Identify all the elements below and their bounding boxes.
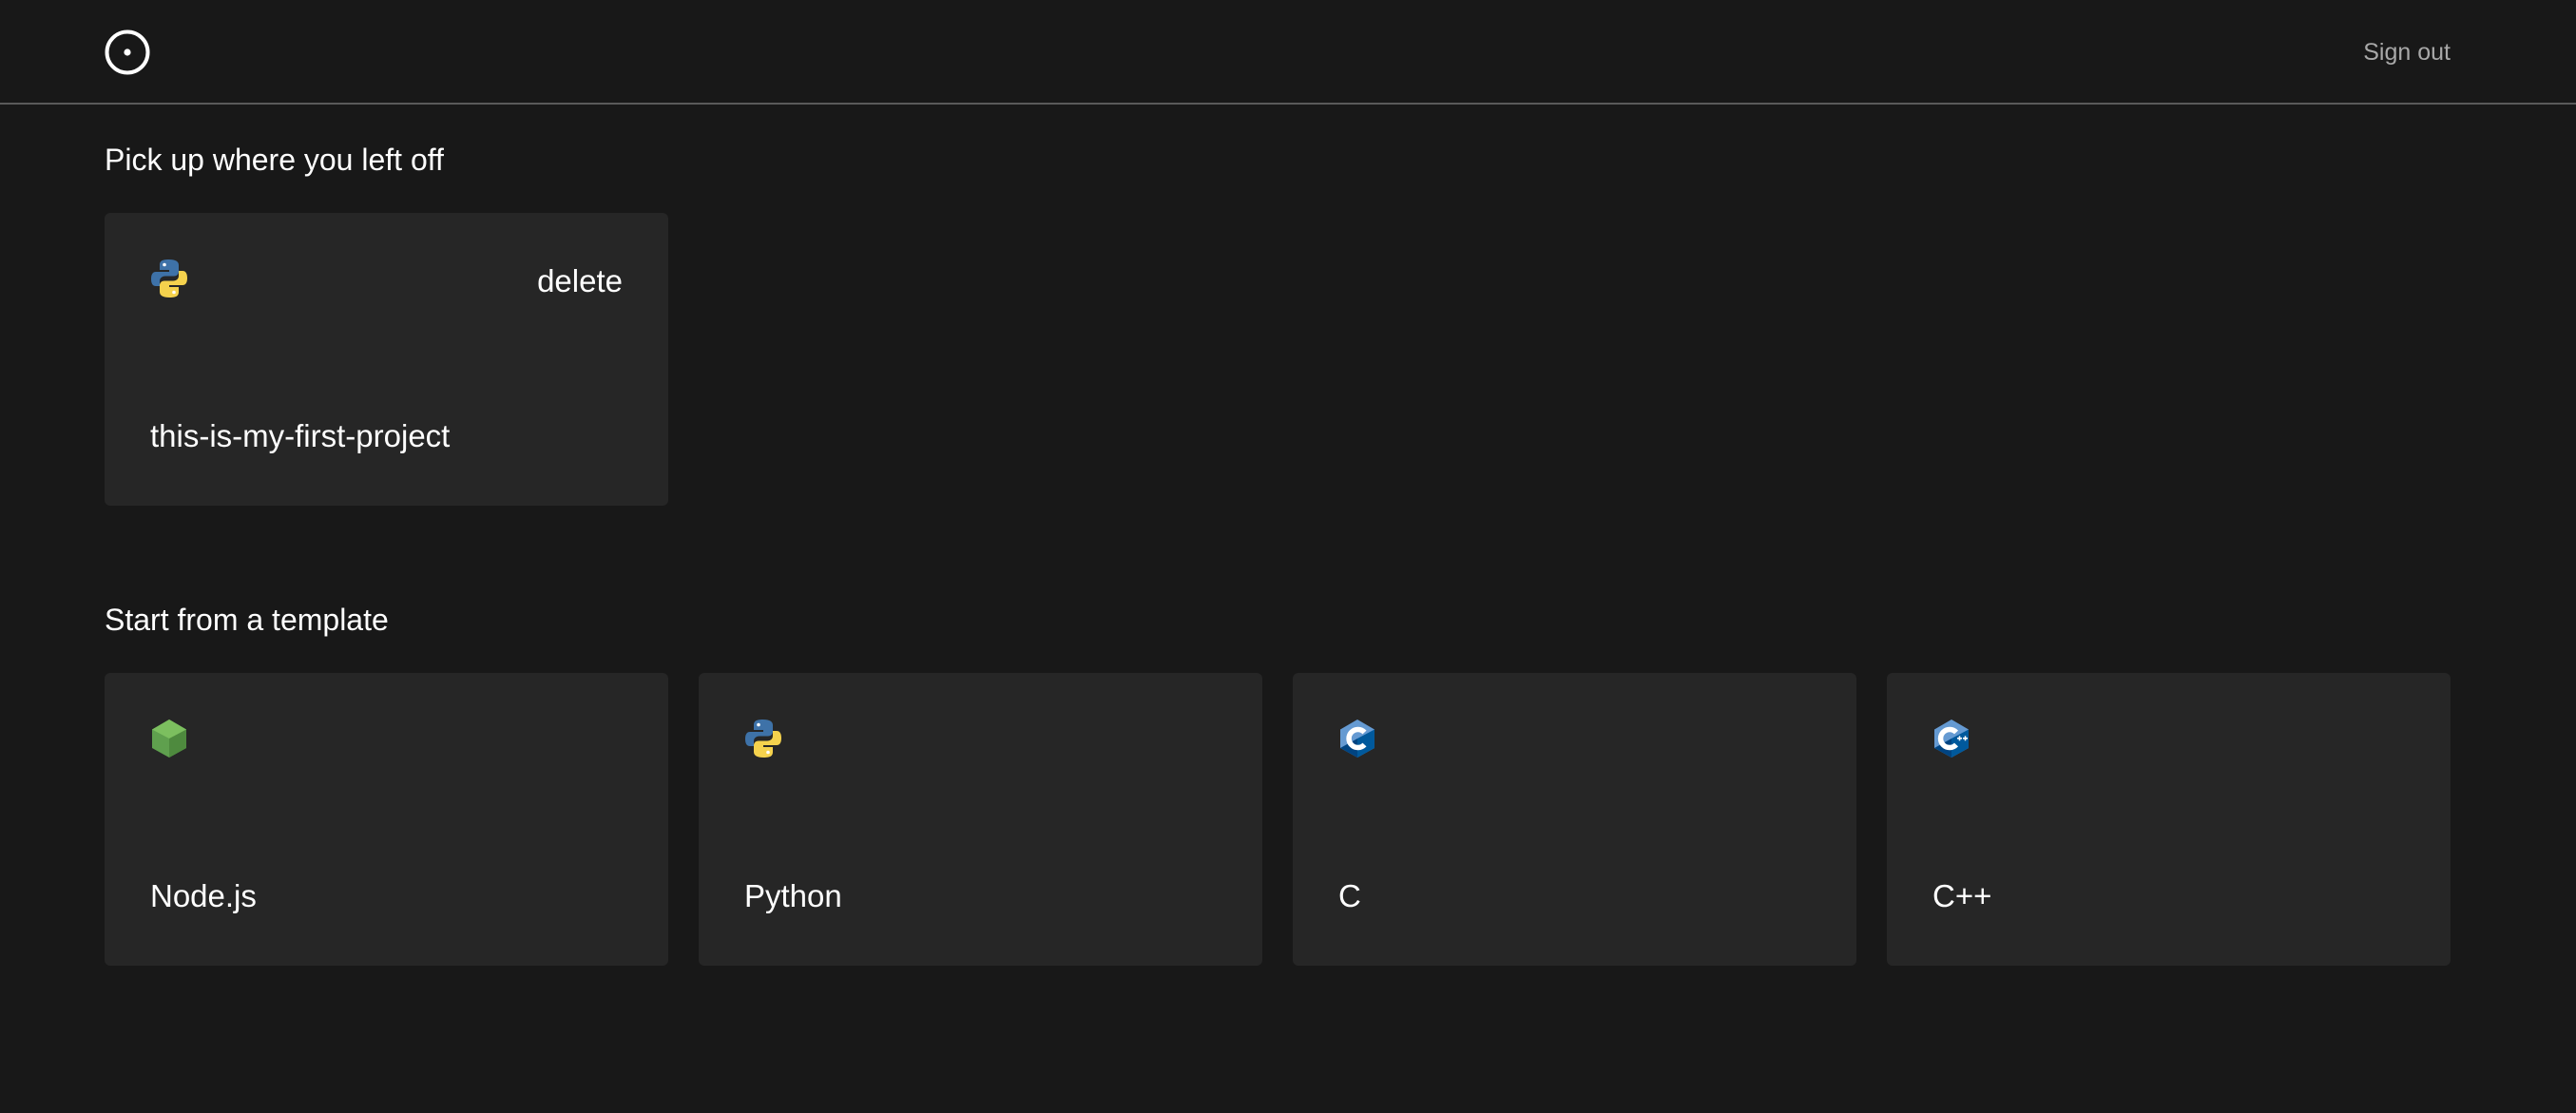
project-name: this-is-my-first-project [150,418,451,453]
cpp-icon [1934,720,1969,758]
template-card-python[interactable]: Python [699,673,1262,966]
template-card-cpp[interactable]: C++ [1887,673,2451,966]
python-icon [151,259,187,297]
top-bar: Sign out [0,0,2576,105]
recent-projects-heading: Pick up where you left off [105,143,444,177]
delete-button[interactable]: delete [537,262,623,300]
template-label: Python [744,878,842,913]
c-icon [1340,720,1375,758]
python-icon [745,720,781,758]
nodejs-icon [152,720,186,758]
template-card-c[interactable]: C [1293,673,1856,966]
template-label: C [1338,878,1361,913]
template-label: Node.js [150,878,257,913]
project-card[interactable]: delete this-is-my-first-project [105,213,668,506]
sign-out-link[interactable]: Sign out [2363,36,2451,68]
logo-icon[interactable] [104,29,151,76]
templates-heading: Start from a template [105,603,389,637]
template-card-nodejs[interactable]: Node.js [105,673,668,966]
template-label: C++ [1932,878,1992,913]
